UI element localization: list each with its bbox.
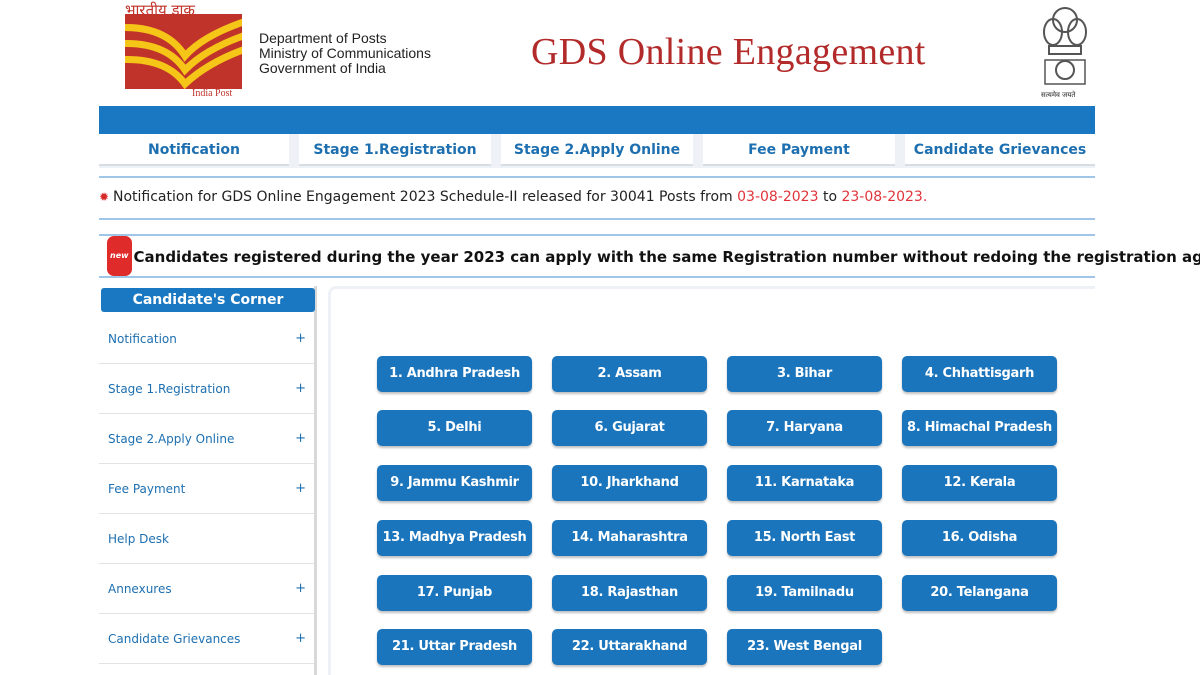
- state-button-maharashtra[interactable]: 14. Maharashtra: [552, 520, 707, 556]
- emblem-motto: सत्यमेव जयते: [1041, 91, 1076, 99]
- sidebar-item-help-desk[interactable]: Help Desk: [99, 514, 314, 564]
- registration-notice[interactable]: new Candidates registered during the year…: [99, 234, 1200, 278]
- bullet-icon: ✹: [99, 190, 110, 204]
- sidebar-item-stage2-apply-online[interactable]: Stage 2.Apply Online +: [99, 414, 314, 464]
- nav-fee-payment[interactable]: Fee Payment: [703, 134, 895, 166]
- dept-line-1: Department of Posts: [259, 30, 387, 46]
- notice-text-to: to: [818, 189, 842, 205]
- sidebar-item-label: Stage 2.Apply Online: [108, 432, 235, 446]
- nav-stage2-apply-online[interactable]: Stage 2.Apply Online: [501, 134, 693, 166]
- notice-date-from: 03-08-2023: [737, 189, 819, 205]
- site-header: भारतीय डाक India Post Department of Post…: [99, 0, 1095, 106]
- india-post-logo-icon: [125, 18, 242, 89]
- state-button-north-east[interactable]: 15. North East: [727, 520, 882, 556]
- sidebar-heading: Candidate's Corner: [101, 288, 315, 312]
- state-button-uttar-pradesh[interactable]: 21. Uttar Pradesh: [377, 629, 532, 665]
- state-button-telangana[interactable]: 20. Telangana: [902, 575, 1057, 611]
- state-button-assam[interactable]: 2. Assam: [552, 356, 707, 392]
- new-badge-icon: new: [107, 236, 132, 276]
- state-button-bihar[interactable]: 3. Bihar: [727, 356, 882, 392]
- expand-plus-icon[interactable]: +: [295, 314, 306, 364]
- page-title: GDS Online Engagement: [531, 31, 926, 73]
- sidebar-item-label: Fee Payment: [108, 482, 186, 496]
- state-button-kerala[interactable]: 12. Kerala: [902, 465, 1057, 501]
- notice-text: Notification for GDS Online Engagement 2…: [113, 189, 738, 205]
- sidebar-item-label: Help Desk: [108, 532, 169, 546]
- nav-notification[interactable]: Notification: [99, 134, 289, 166]
- dept-line-3: Government of India: [259, 60, 386, 76]
- expand-plus-icon[interactable]: +: [295, 464, 306, 514]
- nav-candidate-grievances[interactable]: Candidate Grievances: [905, 134, 1095, 166]
- notice-date-to: 23-08-2023: [841, 189, 923, 205]
- notice-end: .: [922, 189, 928, 205]
- sidebar-item-label: Stage 1.Registration: [108, 382, 231, 396]
- logo-caption: India Post: [192, 88, 233, 99]
- state-button-gujarat[interactable]: 6. Gujarat: [552, 410, 707, 446]
- state-button-punjab[interactable]: 17. Punjab: [377, 575, 532, 611]
- state-button-rajasthan[interactable]: 18. Rajasthan: [552, 575, 707, 611]
- dept-line-2: Ministry of Communications: [259, 45, 431, 61]
- sidebar-item-fee-payment[interactable]: Fee Payment +: [99, 464, 314, 514]
- sidebar-item-label: Annexures: [108, 582, 172, 596]
- state-button-west-bengal[interactable]: 23. West Bengal: [727, 629, 882, 665]
- expand-plus-icon[interactable]: +: [295, 364, 306, 414]
- sidebar-item-label: Candidate Grievances: [108, 632, 241, 646]
- state-button-jharkhand[interactable]: 10. Jharkhand: [552, 465, 707, 501]
- state-button-karnataka[interactable]: 11. Karnataka: [727, 465, 882, 501]
- sidebar-item-notification[interactable]: Notification +: [99, 314, 314, 364]
- expand-plus-icon[interactable]: +: [295, 614, 306, 664]
- page: भारतीय डाक India Post Department of Post…: [99, 0, 1200, 675]
- sidebar-item-annexures[interactable]: Annexures +: [99, 564, 314, 614]
- registration-notice-text: Candidates registered during the year 20…: [133, 248, 1200, 266]
- state-button-madhya-pradesh[interactable]: 13. Madhya Pradesh: [377, 520, 532, 556]
- header-band: [99, 106, 1095, 134]
- state-button-odisha[interactable]: 16. Odisha: [902, 520, 1057, 556]
- state-button-chhattisgarh[interactable]: 4. Chhattisgarh: [902, 356, 1057, 392]
- notification-ticker[interactable]: ✹ Notification for GDS Online Engagement …: [99, 176, 1095, 220]
- nav-stage1-registration[interactable]: Stage 1.Registration: [299, 134, 491, 166]
- main-nav: Notification Stage 1.Registration Stage …: [99, 134, 1095, 168]
- state-selection-panel: 1. Andhra Pradesh 2. Assam 3. Bihar 4. C…: [328, 286, 1095, 675]
- state-button-himachal-pradesh[interactable]: 8. Himachal Pradesh: [902, 410, 1057, 446]
- state-button-delhi[interactable]: 5. Delhi: [377, 410, 532, 446]
- expand-plus-icon[interactable]: +: [295, 414, 306, 464]
- sidebar-item-label: Notification: [108, 332, 177, 346]
- department-block: Department of Posts Ministry of Communic…: [259, 31, 431, 76]
- state-button-tamilnadu[interactable]: 19. Tamilnadu: [727, 575, 882, 611]
- expand-plus-icon[interactable]: +: [295, 564, 306, 614]
- state-button-haryana[interactable]: 7. Haryana: [727, 410, 882, 446]
- state-button-andhra-pradesh[interactable]: 1. Andhra Pradesh: [377, 356, 532, 392]
- state-button-jammu-kashmir[interactable]: 9. Jammu Kashmir: [377, 465, 532, 501]
- national-emblem-icon: [1043, 7, 1087, 85]
- india-post-logo[interactable]: [125, 14, 242, 89]
- sidebar-item-stage1-registration[interactable]: Stage 1.Registration +: [99, 364, 314, 414]
- sidebar: Candidate's Corner Notification + Stage …: [99, 286, 317, 675]
- state-button-uttarakhand[interactable]: 22. Uttarakhand: [552, 629, 707, 665]
- sidebar-item-candidate-grievances[interactable]: Candidate Grievances +: [99, 614, 314, 664]
